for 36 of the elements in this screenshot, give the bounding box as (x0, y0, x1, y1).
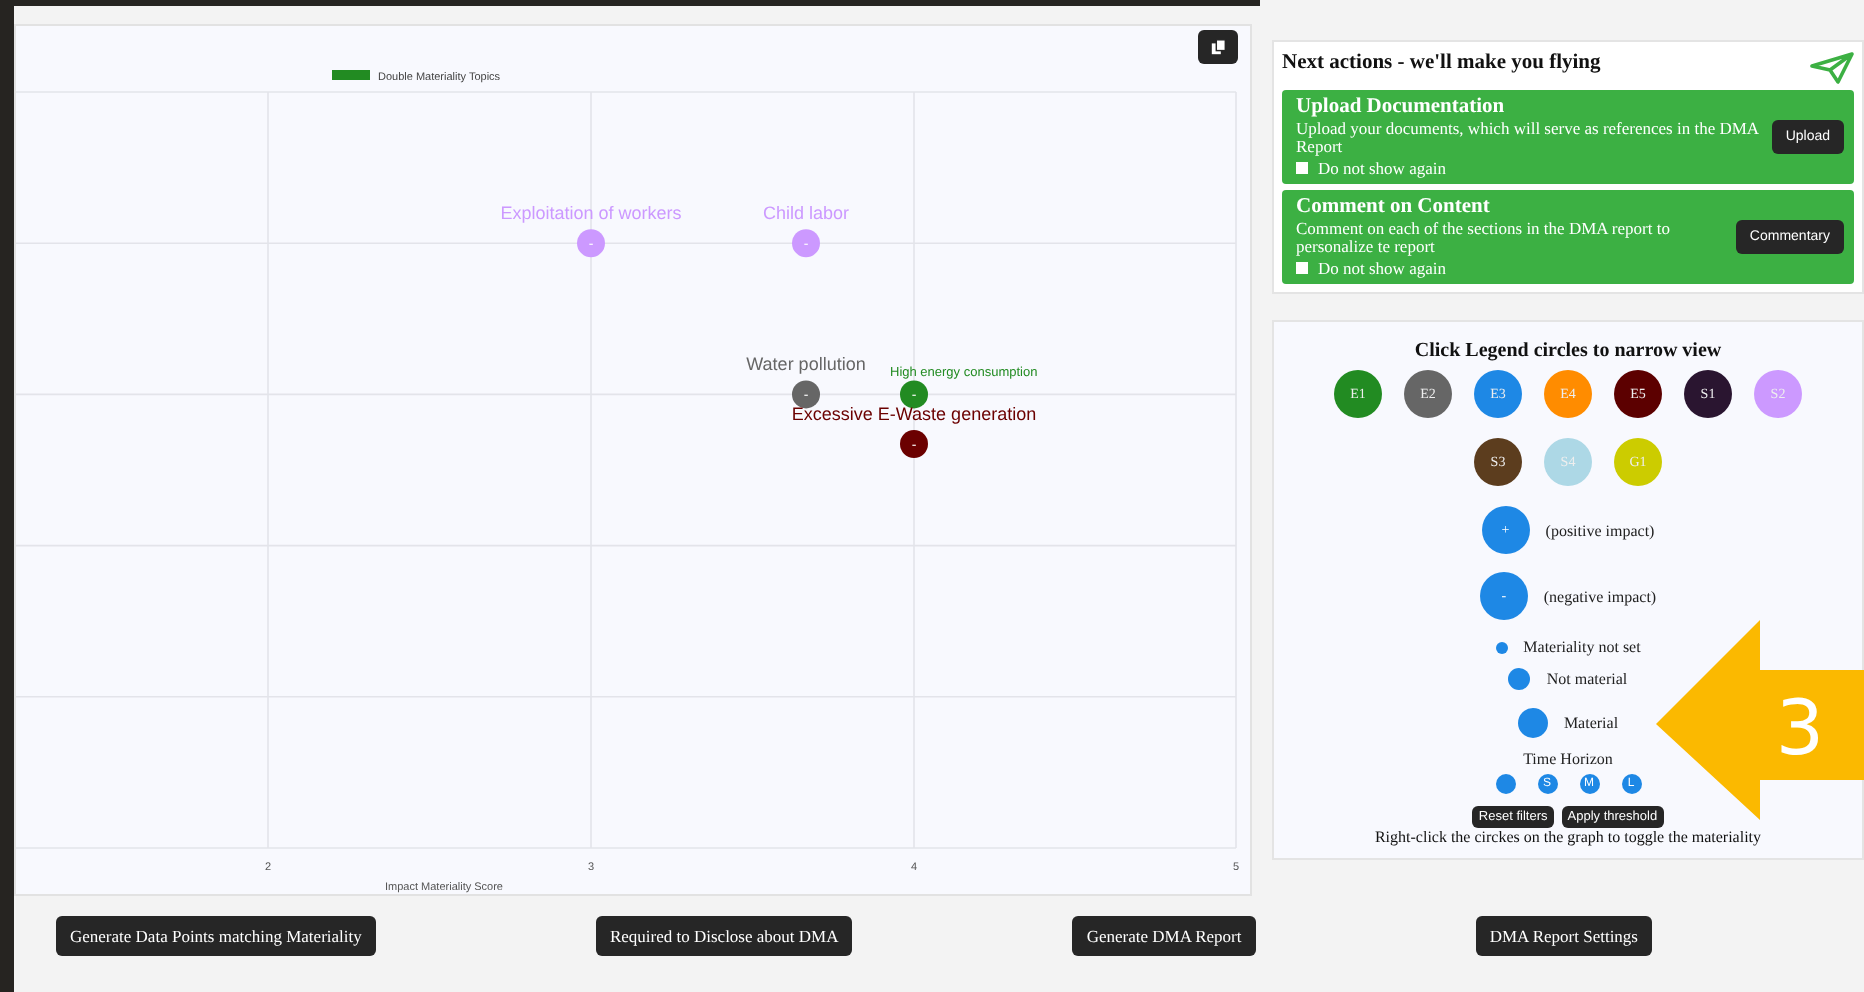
card-title: Next actions - we'll make you flying (1282, 52, 1601, 74)
materiality-circle[interactable] (1495, 641, 1508, 653)
impact-label: (negative impact) (1543, 587, 1657, 605)
data-point[interactable] (900, 430, 928, 458)
action-title: Upload Documentation (1296, 96, 1507, 118)
legend-swatch[interactable] (332, 70, 370, 80)
action-description: Upload your documents, which will serve as references in the DMA Report (1296, 120, 1760, 156)
hint-text: Right-click the circkes on the graph to toggle the materiality (1374, 828, 1762, 846)
point-label: Child labor (762, 203, 850, 224)
data-point[interactable] (792, 380, 820, 409)
materiality-label: Materiality not set (1523, 638, 1641, 656)
materiality-circle[interactable] (1508, 668, 1531, 690)
legend-title: Click Legend circles to narrow view (1414, 340, 1722, 362)
point-label: Exploitation of workers (500, 203, 682, 224)
copy-button[interactable] (1198, 30, 1238, 64)
report-button[interactable]: DMA Report Settings (1475, 916, 1652, 956)
impact-label: (positive impact) (1545, 521, 1655, 539)
callout-number: 3 (1775, 684, 1825, 772)
action-description: Comment on each of the sections in the DMA report to personalize te report (1296, 220, 1672, 256)
report-button[interactable]: Generate Data Points matching Materiality (56, 916, 376, 956)
copy-icon (1209, 38, 1227, 56)
materiality-label: Not material (1546, 670, 1628, 688)
time-horizon-option[interactable] (1495, 774, 1515, 794)
materiality-circle[interactable] (1517, 708, 1548, 738)
checkbox-label: Do not show again (1318, 258, 1446, 278)
point-label: Water pollution (746, 354, 866, 375)
point-label: Excessive E-Waste generation (791, 404, 1037, 424)
report-button[interactable]: Required to Disclose about DMA (595, 916, 853, 956)
action-title: Comment on Content (1296, 196, 1492, 218)
materiality-label: Material (1563, 714, 1619, 732)
checkbox[interactable] (1296, 162, 1308, 174)
checkbox[interactable] (1296, 262, 1308, 274)
checkbox-label: Do not show again (1318, 158, 1446, 178)
time-horizon-label: Time Horizon (1523, 750, 1613, 768)
paper-plane-icon (1810, 52, 1854, 84)
report-button[interactable]: Generate DMA Report (1072, 916, 1256, 956)
